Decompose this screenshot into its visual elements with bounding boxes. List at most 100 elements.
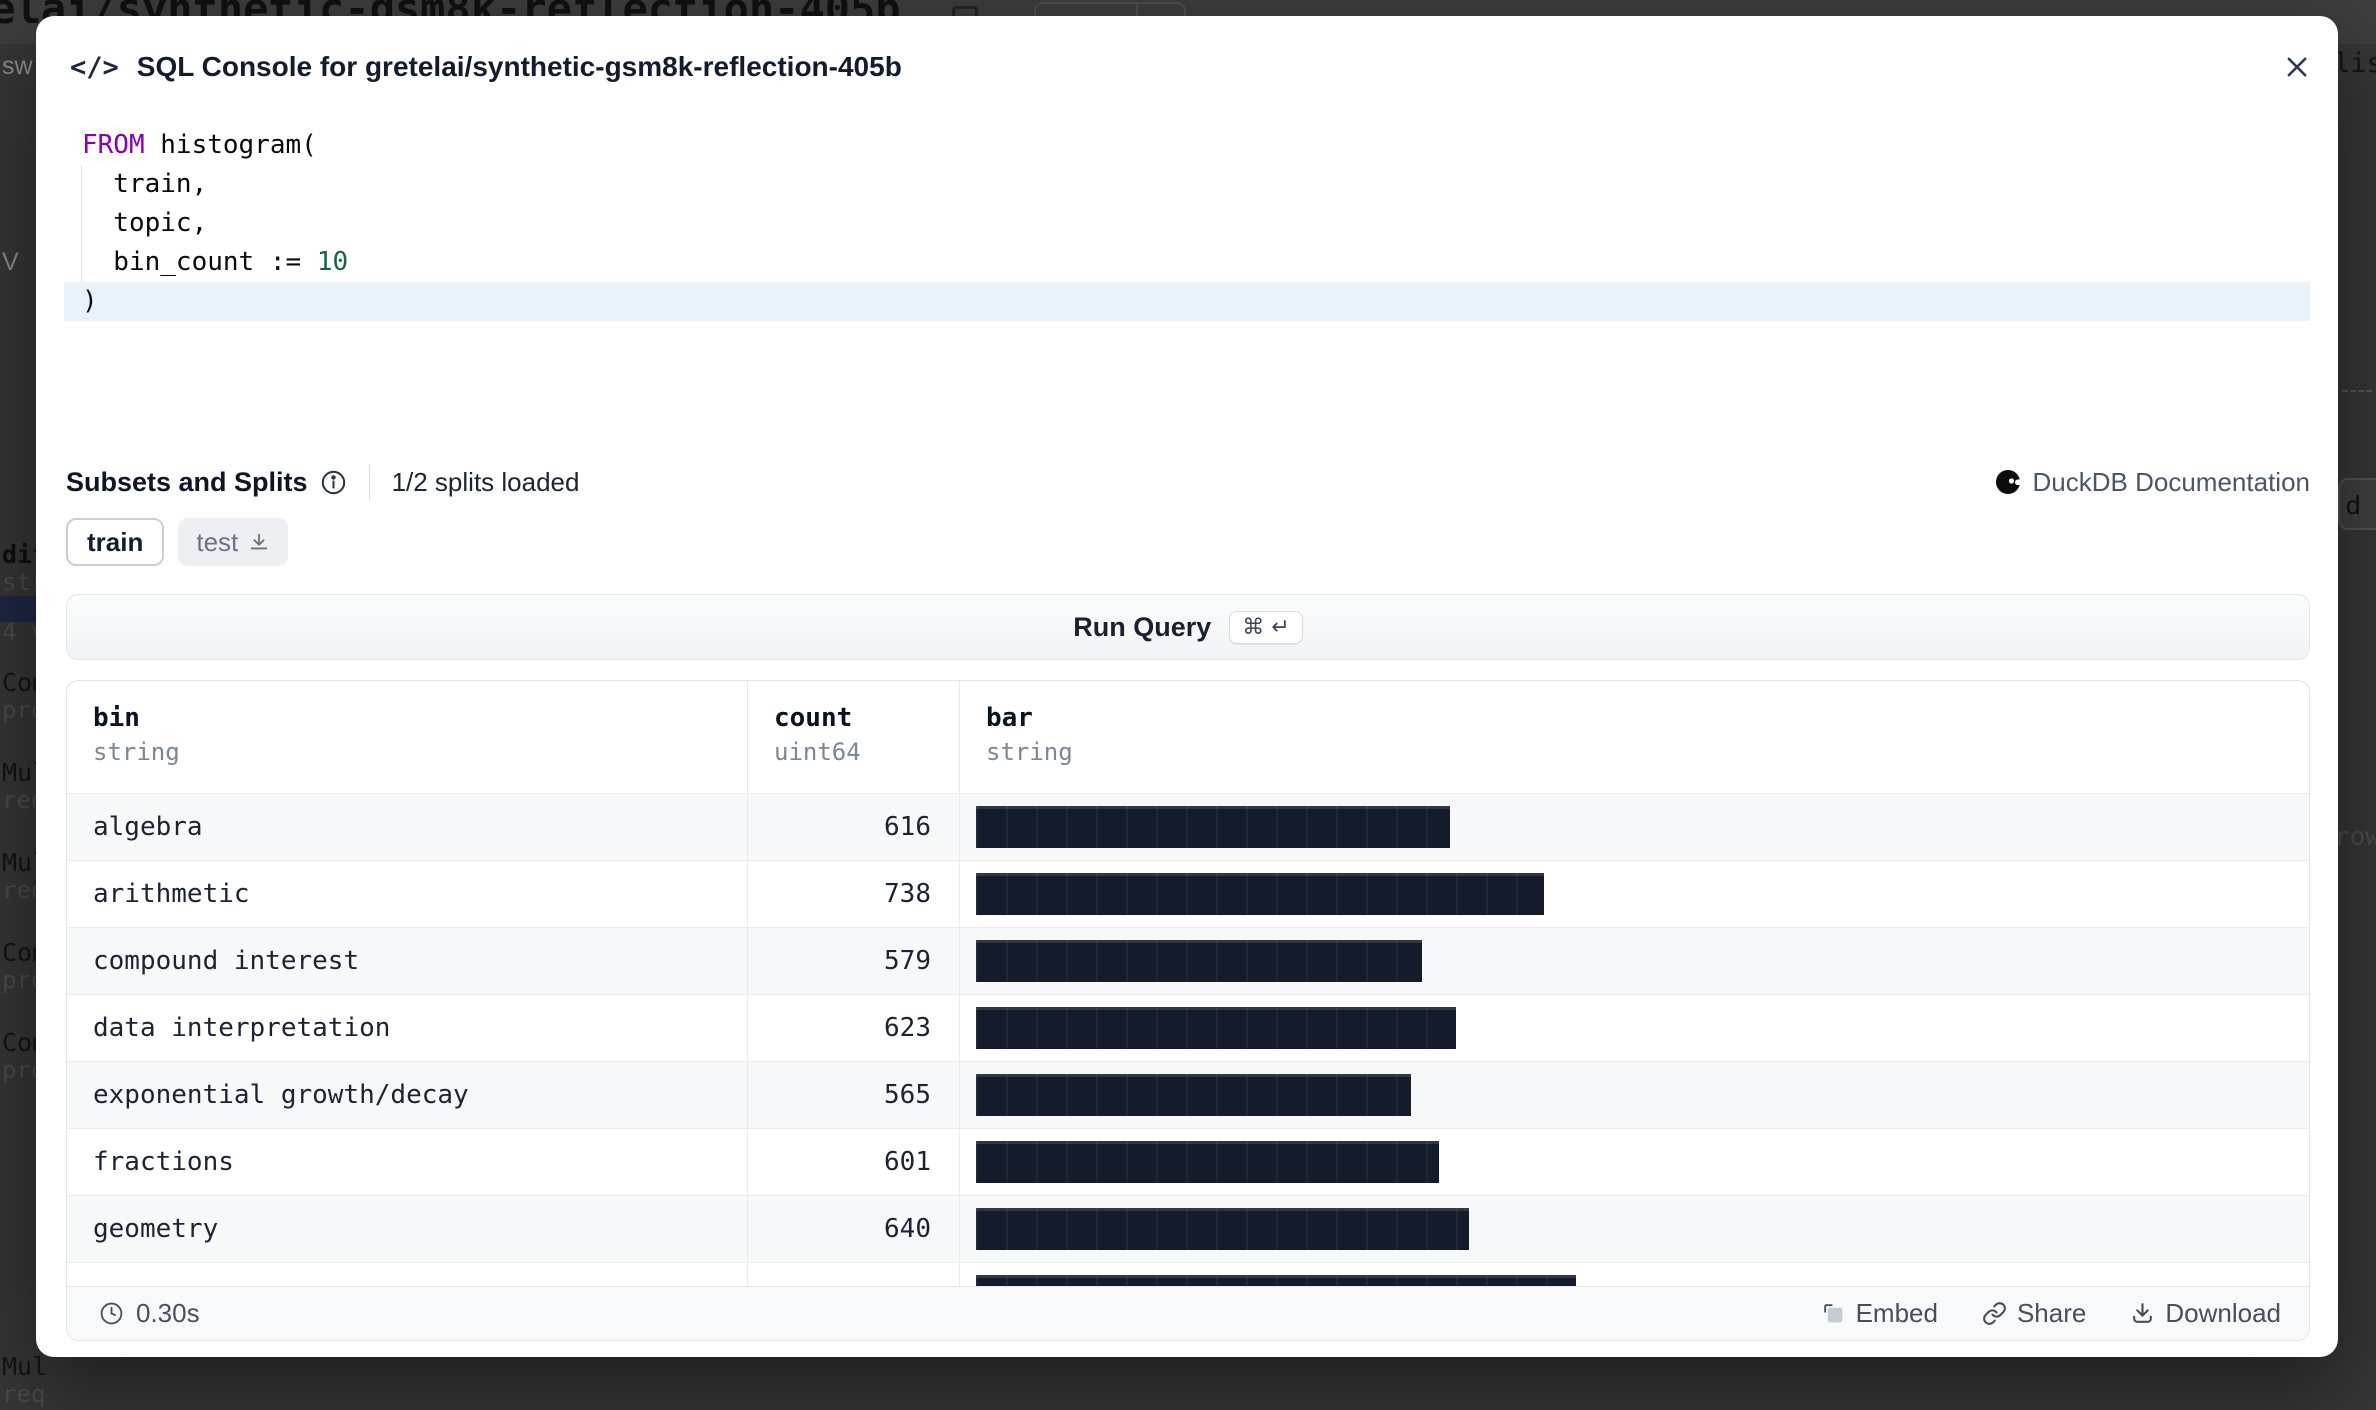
histogram-bar <box>976 1007 1456 1049</box>
backdrop-text-fragment: row <box>2334 822 2376 852</box>
cell-bar <box>959 1062 2309 1128</box>
tab-label: train <box>87 527 143 558</box>
divider <box>369 465 370 499</box>
cell-bin <box>67 1263 747 1288</box>
keyboard-shortcut-badge: ⌘ ↵ <box>1229 611 1302 644</box>
duration-value: 0.30s <box>136 1298 200 1329</box>
cell-bar <box>959 928 2309 994</box>
split-tab-test[interactable]: test <box>178 518 288 566</box>
column-header-bin: binstring <box>67 681 747 793</box>
cell-bin: exponential growth/decay <box>67 1062 747 1128</box>
cell-bar <box>959 794 2309 860</box>
table-row: exponential growth/decay565 <box>67 1061 2309 1128</box>
table-row: fractions601 <box>67 1128 2309 1195</box>
table-row: geometry640 <box>67 1195 2309 1262</box>
action-label: Share <box>2017 1298 2086 1329</box>
embed-button[interactable]: Embed <box>1821 1298 1938 1329</box>
cell-bin: compound interest <box>67 928 747 994</box>
share-button[interactable]: Share <box>1982 1298 2086 1329</box>
sql-console-modal: </> SQL Console for gretelai/synthetic-g… <box>36 16 2338 1357</box>
table-body: algebra616arithmetic738compound interest… <box>67 793 2309 1288</box>
download-button[interactable]: Download <box>2130 1298 2281 1329</box>
code-line: ) <box>64 282 2310 321</box>
histogram-bar <box>976 806 1450 848</box>
close-button[interactable] <box>2280 50 2314 84</box>
histogram-bar <box>976 873 1544 915</box>
cell-bar <box>959 995 2309 1061</box>
cell-bar <box>959 1263 2309 1288</box>
close-icon <box>2283 53 2311 81</box>
sql-editor[interactable]: FROM histogram( train, topic, bin_count … <box>64 126 2310 321</box>
cell-bar <box>959 861 2309 927</box>
modal-header: </> SQL Console for gretelai/synthetic-g… <box>70 50 2314 84</box>
backdrop-button-fragment: d <box>2338 478 2376 530</box>
cell-count: 565 <box>747 1062 959 1128</box>
column-name: bar <box>986 703 2309 733</box>
backdrop-text-fragment: V <box>2 248 19 277</box>
cell-bin: algebra <box>67 794 747 860</box>
splits-status: 1/2 splits loaded <box>392 467 580 498</box>
table-row: algebra616 <box>67 793 2309 860</box>
histogram-bar <box>976 1074 1411 1116</box>
cell-bar <box>959 1129 2309 1195</box>
duckdb-doc-label: DuckDB Documentation <box>2033 467 2310 498</box>
backdrop-text-fragment: Mul <box>2 1352 47 1381</box>
cell-count: 579 <box>747 928 959 994</box>
cell-count <box>747 1263 959 1288</box>
backdrop-text-fragment: req <box>2 1380 45 1408</box>
histogram-bar <box>976 1141 1439 1183</box>
table-row: compound interest579 <box>67 927 2309 994</box>
footer-actions: Embed Share Download <box>1821 1298 2281 1329</box>
run-query-label: Run Query <box>1073 612 1211 643</box>
splits-heading: Subsets and Splits <box>66 467 308 498</box>
modal-title: SQL Console for gretelai/synthetic-gsm8k… <box>137 51 902 83</box>
run-query-button[interactable]: Run Query ⌘ ↵ <box>66 594 2310 660</box>
code-icon: </> <box>70 52 119 83</box>
splits-row: Subsets and Splits 1/2 splits loaded Duc… <box>66 462 2310 502</box>
table-row: arithmetic738 <box>67 860 2309 927</box>
column-type: uint64 <box>774 738 959 766</box>
backdrop-text-fragment: sw <box>2 52 33 81</box>
cell-bar <box>959 1196 2309 1262</box>
column-name: bin <box>93 703 747 733</box>
table-header: binstring count uint64 bar string <box>67 681 2309 793</box>
backdrop-text-fragment: lissa <box>2334 48 2376 79</box>
cell-count: 601 <box>747 1129 959 1195</box>
column-header-bar: bar string <box>959 681 2309 793</box>
embed-icon <box>1821 1301 1846 1326</box>
action-label: Embed <box>1856 1298 1938 1329</box>
code-line: bin_count := 10 <box>64 243 2310 282</box>
query-duration: 0.30s <box>99 1298 200 1329</box>
backdrop-selected-row-fragment <box>0 596 36 622</box>
column-type: string <box>986 738 2309 766</box>
results-footer: 0.30s Embed Share Download <box>67 1286 2309 1340</box>
histogram-bar <box>976 1208 1469 1250</box>
histogram-bar <box>976 940 1422 982</box>
share-icon <box>1982 1301 2007 1326</box>
cell-bin: arithmetic <box>67 861 747 927</box>
duckdb-logo-icon <box>1995 468 2023 496</box>
cell-count: 640 <box>747 1196 959 1262</box>
action-label: Download <box>2165 1298 2281 1329</box>
code-line: FROM histogram( <box>64 126 2310 165</box>
indent-guide <box>81 165 82 282</box>
cell-bin: geometry <box>67 1196 747 1262</box>
cell-count: 738 <box>747 861 959 927</box>
cell-bin: fractions <box>67 1129 747 1195</box>
clock-icon <box>99 1301 124 1326</box>
backdrop-dashed-divider <box>2342 390 2372 392</box>
download-icon <box>248 531 270 553</box>
results-panel: binstring count uint64 bar string algebra616… <box>66 680 2310 1341</box>
cell-count: 616 <box>747 794 959 860</box>
info-icon[interactable] <box>320 469 347 496</box>
cell-bin: data interpretation <box>67 995 747 1061</box>
code-line: topic, <box>64 204 2310 243</box>
table-row <box>67 1262 2309 1288</box>
code-line: train, <box>64 165 2310 204</box>
column-header-count: count uint64 <box>747 681 959 793</box>
duckdb-doc-link[interactable]: DuckDB Documentation <box>1995 467 2310 498</box>
column-name: count <box>774 703 959 733</box>
tab-label: test <box>196 527 238 558</box>
split-tabs: train test <box>66 518 288 566</box>
split-tab-train[interactable]: train <box>66 518 164 566</box>
